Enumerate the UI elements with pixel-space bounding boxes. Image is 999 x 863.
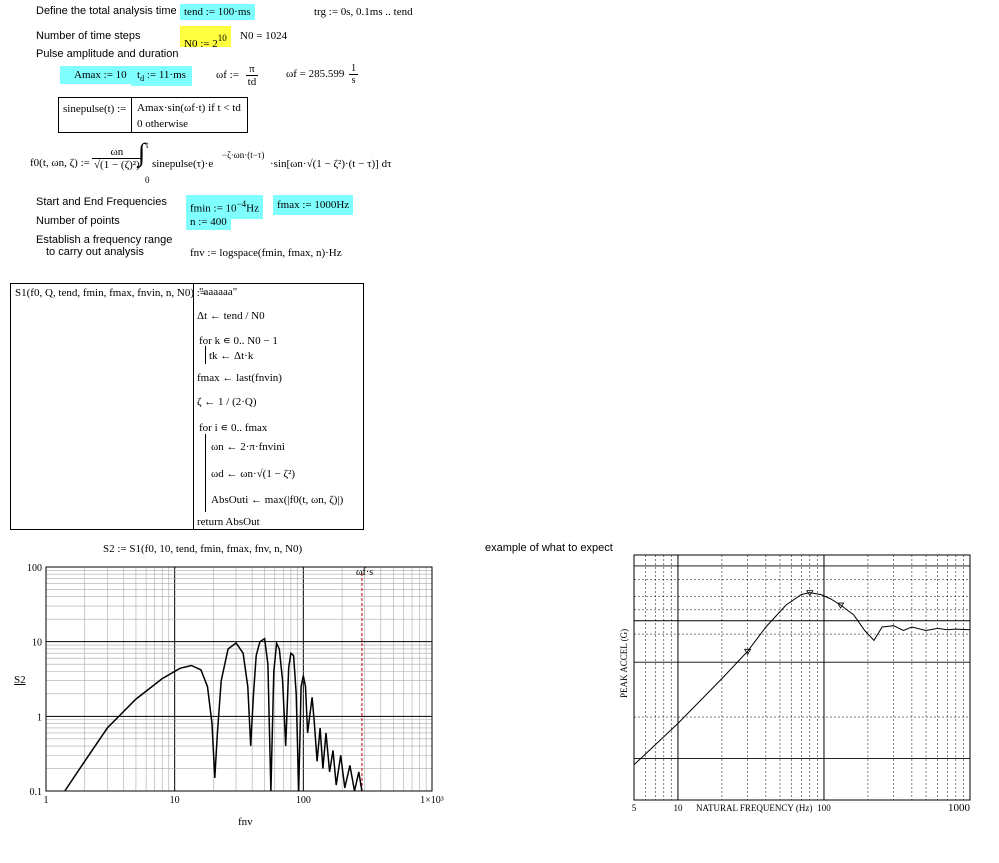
omega-f-den: td bbox=[247, 76, 257, 88]
npts-label: Number of points bbox=[36, 215, 120, 227]
s1-line-8: ωd ← ωn·√(1 − ζ²) bbox=[211, 468, 296, 480]
plot2-grid bbox=[634, 555, 970, 800]
plot2-markers bbox=[743, 590, 845, 656]
fmin-exp: −4 bbox=[236, 199, 247, 209]
s1-for-i-bar bbox=[205, 434, 206, 512]
sinepulse-line2: 0 otherwise bbox=[137, 118, 189, 130]
s1-line-6: for i ∊ 0.. fmax bbox=[199, 422, 268, 434]
f0-frac-num: ωn bbox=[92, 146, 142, 159]
pulse-label: Pulse amplitude and duration bbox=[36, 48, 179, 60]
plot1-xtick: 100 bbox=[296, 795, 311, 806]
n0-expression[interactable]: N0 := 210 bbox=[180, 26, 231, 50]
s1-lhs: S1(f0, Q, tend, fmin, fmax, fnvin, n, N0… bbox=[15, 287, 207, 299]
f0-tail: ·sin[ωn·√(1 − ζ²)·(t − τ)] dτ bbox=[270, 158, 392, 170]
sinepulse-lhs: sinepulse(t) := bbox=[63, 103, 127, 115]
freq-range-label: Start and End Frequencies bbox=[36, 196, 167, 208]
integral-sign-icon: ∫ bbox=[138, 138, 146, 167]
n-expression[interactable]: n := 400 bbox=[186, 214, 231, 230]
plot2-svg[interactable]: 5 10 100 1000 NATURAL FREQUENCY (Hz) PEAK A… bbox=[610, 553, 980, 818]
s1-line-4: fmax ← last(fnvin) bbox=[197, 372, 282, 384]
n0-result: N0 = 1024 bbox=[240, 30, 288, 42]
n0-expr-exp: 10 bbox=[217, 33, 227, 43]
f0-lhs[interactable]: f0(t, ωn, ζ) := bbox=[30, 157, 90, 169]
s1-for-k-bar bbox=[205, 346, 206, 364]
omega-f-result: ωf = 285.599 1s bbox=[286, 63, 359, 86]
s1-line-7: ωn ← 2·π·fnvini bbox=[211, 441, 285, 453]
plot2-xtick: 1000 bbox=[948, 802, 971, 814]
omega-f-unit-den: s bbox=[351, 75, 356, 86]
plot1-ytick: 0.1 bbox=[30, 787, 43, 798]
sinepulse-box[interactable]: sinepulse(t) := Amax·sin(ωf·t) if t < td… bbox=[58, 97, 248, 133]
s1-line-3: tk ← Δt·k bbox=[209, 350, 254, 362]
s1-main-bar bbox=[193, 284, 194, 529]
plot2-frame bbox=[633, 554, 971, 801]
omega-f-unit-num: 1 bbox=[349, 63, 359, 75]
plot1-frame bbox=[45, 566, 433, 792]
n0-label: Number of time steps bbox=[36, 30, 141, 42]
td-rest: := 11·ms bbox=[144, 69, 186, 81]
s2-call-expression[interactable]: S2 := S1(f0, 10, tend, fmin, fmax, fnv, … bbox=[103, 543, 302, 555]
plot1-svg[interactable]: 1001010.11 10 100 1×10³ ωf·s bbox=[0, 555, 460, 810]
plot2-caption: example of what to expect bbox=[485, 542, 613, 554]
fnv-expression[interactable]: fnv := logspace(fmin, fmax, n)·Hz bbox=[190, 247, 342, 259]
s1-line-10: return AbsOut bbox=[197, 516, 260, 528]
plot2-xtick: 10 bbox=[673, 803, 683, 813]
plot2-xtick: 5 bbox=[632, 803, 637, 813]
s1-program-box[interactable]: S1(f0, Q, tend, fmin, fmax, fnvin, n, N0… bbox=[10, 283, 364, 530]
plot2-xlabel: NATURAL FREQUENCY (Hz) bbox=[696, 803, 812, 813]
plot2-series-line bbox=[633, 592, 971, 766]
establish-label-1: Establish a frequency range bbox=[36, 234, 173, 246]
amax-expression[interactable]: Amax := 10 bbox=[60, 66, 141, 84]
s1-line-0: "aaaaaa" bbox=[199, 286, 238, 298]
plot1-xtick: 10 bbox=[170, 795, 180, 806]
plot2-ylabel: PEAK ACCEL (G) bbox=[619, 629, 629, 698]
plot1-ytick: 1 bbox=[37, 712, 42, 723]
trg-expression[interactable]: trg := 0s, 0.1ms .. tend bbox=[314, 6, 413, 18]
establish-label-2: to carry out analysis bbox=[46, 246, 144, 258]
tend-label: Define the total analysis time bbox=[36, 5, 177, 17]
plot1-ytick: 10 bbox=[32, 638, 42, 649]
n0-expr-base: N0 := 2 bbox=[184, 38, 218, 50]
fmin-base: fmin := 10 bbox=[190, 202, 237, 215]
tend-expression[interactable]: tend := 100·ms bbox=[180, 4, 255, 20]
plot2-xtick: 100 bbox=[817, 803, 831, 813]
td-expression[interactable]: td := 11·ms bbox=[131, 66, 192, 87]
f0-frac-den: √(1 − (ζ)²) bbox=[94, 159, 140, 171]
omega-f-lhs: ωf := bbox=[216, 69, 239, 82]
f0-fraction: ωn √(1 − (ζ)²) bbox=[92, 146, 142, 171]
plot1-xlabel: fnv bbox=[238, 816, 253, 828]
plot1-ytick: 100 bbox=[27, 563, 42, 574]
integral-upper: t bbox=[146, 140, 149, 150]
plot1-grid bbox=[45, 567, 432, 792]
plot1-ticks: 1001010.11 10 100 1×10³ bbox=[27, 563, 444, 806]
plot1-xtick: 1 bbox=[44, 795, 49, 806]
s1-line-5: ζ ← 1 / (2·Q) bbox=[197, 396, 257, 408]
fmax-expression[interactable]: fmax := 1000Hz bbox=[273, 195, 354, 215]
plot1-marker-label: ωf·s bbox=[356, 567, 373, 578]
omega-f-definition[interactable]: ωf := π td bbox=[216, 63, 259, 88]
omega-f-num: π bbox=[245, 63, 259, 76]
sinepulse-bar bbox=[131, 98, 132, 132]
f0-integrand: sinepulse(τ)·e bbox=[152, 158, 214, 170]
f0-exponent: −ζ·ωn·(t−τ) bbox=[222, 150, 265, 160]
plot1-xtick: 1×10³ bbox=[420, 795, 444, 806]
s1-line-2: for k ∊ 0.. N0 − 1 bbox=[199, 335, 278, 347]
sinepulse-line1: Amax·sin(ωf·t) if t < td bbox=[137, 102, 241, 114]
s1-line-1: Δt ← tend / N0 bbox=[197, 310, 265, 322]
s1-line-9: AbsOuti ← max(|f0(t, ωn, ζ)|) bbox=[211, 494, 344, 506]
omega-f-value: ωf = 285.599 bbox=[286, 68, 345, 81]
fmin-unit: Hz bbox=[246, 202, 259, 215]
integral-lower: 0 bbox=[145, 175, 150, 185]
